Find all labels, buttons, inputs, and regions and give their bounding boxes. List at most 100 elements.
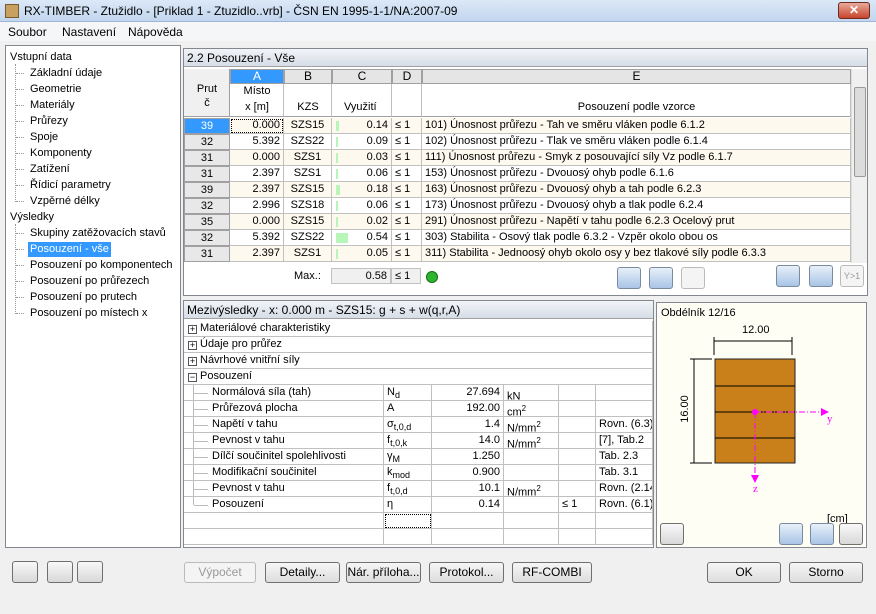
cell-ref[interactable] [596,401,653,417]
cell-value[interactable]: 14.0 [432,433,504,449]
cell-unit[interactable] [504,529,559,545]
view-mode-icon[interactable] [776,265,800,287]
cell-ref[interactable] [596,529,653,545]
cell-desc[interactable]: 173) Únosnost průřezu - Dvouosý ohyb a t… [422,198,851,214]
expand-icon[interactable]: + [188,341,197,350]
row-prut[interactable]: 32 [184,198,230,214]
table-row[interactable]: 31 2.397 SZS1 0.05 ≤ 1 311) Stabilita - Jedno… [184,246,851,262]
cell-le[interactable] [559,481,596,497]
cell-label[interactable]: Modifikační součinitel [184,465,384,481]
cell-x[interactable]: 2.397 [230,166,284,182]
tree-item-input[interactable]: Geometrie [30,82,81,97]
row-prut[interactable]: 39 [184,182,230,198]
cell-desc[interactable]: 311) Stabilita - Jednoosý ohyb okolo osy… [422,246,851,262]
cancel-button[interactable]: Storno [789,562,863,583]
cell-ref[interactable]: Rovn. (2.14) [596,481,653,497]
cell-value[interactable]: 0.900 [432,465,504,481]
cell-le[interactable]: ≤ 1 [392,182,422,198]
cell-kzs[interactable]: SZS1 [284,166,332,182]
tree-item-results[interactable]: Posouzení po prutech [30,290,137,305]
table-row[interactable]: 31 0.000 SZS1 0.03 ≤ 1 111) Únosnost průřezu … [184,150,851,166]
cell-unit[interactable]: N/mm2 [504,417,559,433]
cell-symbol[interactable]: η [384,497,432,513]
bar-chart-icon[interactable] [809,265,833,287]
cell-ref[interactable] [596,385,653,401]
tree-item-results[interactable]: Posouzení po průřezech [30,274,149,289]
cell-util[interactable]: 0.06 [332,198,392,214]
cell-desc[interactable]: 153) Únosnost průřezu - Dvouosý ohyb pod… [422,166,851,182]
table-row[interactable]: 39 2.397 SZS15 0.18 ≤ 1 163) Únosnost průřezu… [184,182,851,198]
table-row[interactable]: 32 2.996 SZS18 0.06 ≤ 1 173) Únosnost průřezu… [184,198,851,214]
result-row[interactable]: Modifikační součinitel kmod 0.900 Tab. 3.1 [184,465,653,481]
cell-unit[interactable]: kN [504,385,559,401]
protocol-button[interactable]: Protokol... [429,562,504,583]
cell-value[interactable]: 10.1 [432,481,504,497]
cell-le[interactable]: ≤ 1 [392,214,422,230]
collapse-icon[interactable]: − [188,373,197,382]
cell-util[interactable]: 0.18 [332,182,392,198]
cell-x[interactable]: 0.000 [230,118,284,134]
column-letter-D[interactable]: D [392,69,422,84]
cell-x[interactable]: 5.392 [230,134,284,150]
close-button[interactable]: ✕ [838,2,870,19]
menu-nastaveni[interactable]: Nastavení [62,25,116,39]
cell-kzs[interactable]: SZS1 [284,150,332,166]
cell-label[interactable]: Napětí v tahu [184,417,384,433]
cell-symbol[interactable]: ft,0,k [384,433,432,449]
tree-item-input[interactable]: Zatížení [30,162,70,177]
tree-item-input[interactable]: Řídicí parametry [30,178,111,193]
result-row[interactable]: Dílčí součinitel spolehlivosti γM 1.250 Tab… [184,449,653,465]
cell-desc[interactable]: 101) Únosnost průřezu - Tah ve směru vlá… [422,118,851,134]
tree-item-input[interactable]: Vzpěrné délky [30,194,100,209]
vertical-scrollbar[interactable] [851,69,867,263]
cell-symbol[interactable]: Nd [384,385,432,401]
rf-combi-button[interactable]: RF-COMBI [512,562,592,583]
column-letter-A[interactable]: A [230,69,284,84]
cell-desc[interactable]: 163) Únosnost průřezu - Dvouosý ohyb a t… [422,182,851,198]
group-row[interactable]: + Materiálové charakteristiky [184,321,653,337]
cell-ref[interactable] [596,513,653,529]
cell-ref[interactable]: Tab. 2.3 [596,449,653,465]
column-letter-E[interactable]: E [422,69,851,84]
cell-kzs[interactable]: SZS15 [284,118,332,134]
menu-soubor[interactable]: Soubor [8,25,47,39]
cell-kzs[interactable]: SZS18 [284,198,332,214]
cell-le[interactable]: ≤ 1 [392,134,422,150]
cell-kzs[interactable]: SZS15 [284,182,332,198]
expand-icon[interactable]: + [188,357,197,366]
tree-root-results[interactable]: Výsledky [10,210,54,225]
cell-desc[interactable]: 291) Únosnost průřezu - Napětí v tahu po… [422,214,851,230]
cell-le[interactable] [559,417,596,433]
cell-value[interactable]: 192.00 [432,401,504,417]
table-row[interactable]: 39 0.000 SZS15 0.14 ≤ 1 101) Únosnost průřezu… [184,118,851,134]
cell-label[interactable]: Normálová síla (tah) [184,385,384,401]
cell-unit[interactable]: N/mm2 [504,481,559,497]
cell-ref[interactable]: Tab. 3.1 [596,465,653,481]
cell-label[interactable] [184,529,384,545]
cell-value[interactable] [432,529,504,545]
row-prut[interactable]: 31 [184,150,230,166]
export-icon[interactable] [77,561,103,583]
cell-util[interactable]: 0.09 [332,134,392,150]
group-row[interactable]: − Posouzení [184,369,653,385]
ok-button[interactable]: OK [707,562,781,583]
cell-symbol[interactable] [384,513,432,529]
tree-item-input[interactable]: Materiály [30,98,75,113]
column-letter-B[interactable]: B [284,69,332,84]
cell-x[interactable]: 0.000 [230,150,284,166]
cell-le[interactable] [559,433,596,449]
cell-label[interactable]: Pevnost v tahu [184,481,384,497]
result-row[interactable]: Posouzení η 0.14 ≤ 1 Rovn. (6.1) [184,497,653,513]
dimension-x-icon[interactable] [779,523,803,545]
tree-item-input[interactable]: Spoje [30,130,58,145]
cell-symbol[interactable] [384,529,432,545]
cell-label[interactable]: Průřezová plocha [184,401,384,417]
cell-le[interactable]: ≤ 1 [392,198,422,214]
cell-symbol[interactable]: γM [384,449,432,465]
tree-root-input[interactable]: Vstupní data [10,50,72,65]
row-prut[interactable]: 31 [184,166,230,182]
help-icon[interactable] [12,561,38,583]
tree-item-results[interactable]: Skupiny zatěžovacích stavů [30,226,166,241]
cell-le[interactable] [559,529,596,545]
cell-label[interactable]: Posouzení [184,497,384,513]
